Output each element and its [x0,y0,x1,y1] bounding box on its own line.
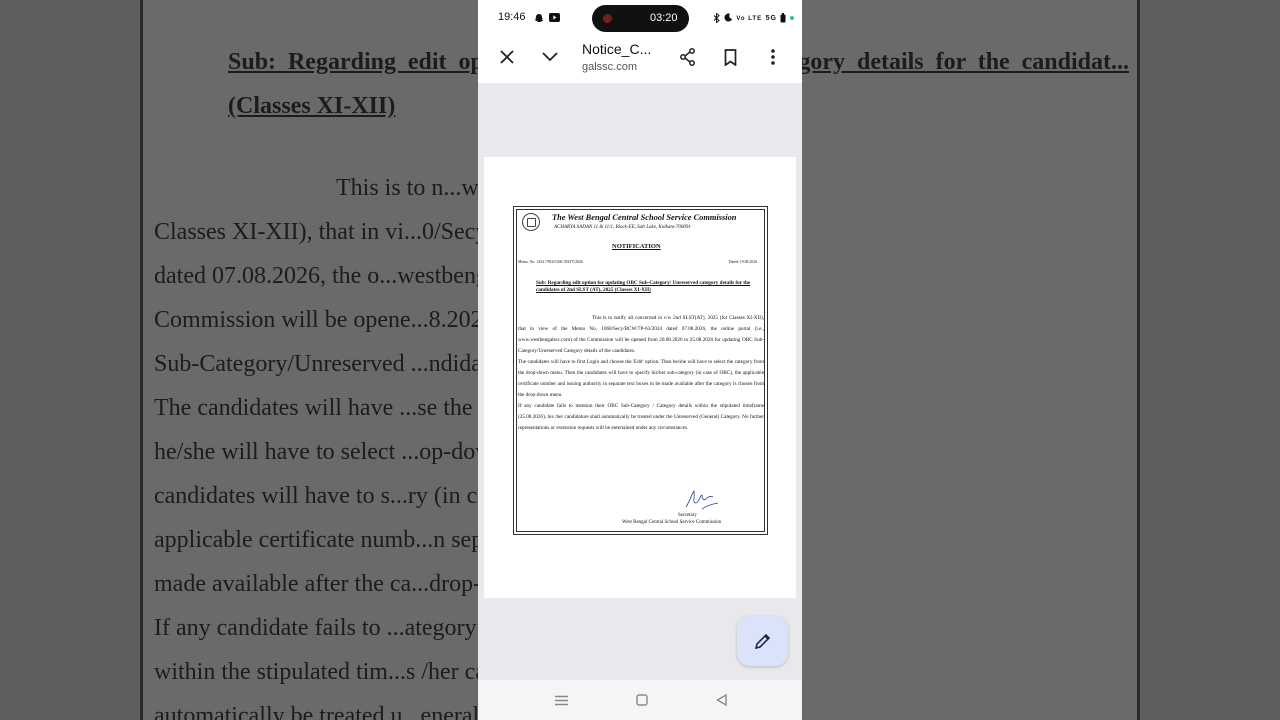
notice-body: This is to notify all concerned in c/w 2… [518,313,764,434]
close-button[interactable] [492,42,522,72]
back-button[interactable] [712,692,730,708]
signature-icon [685,490,719,510]
close-icon [500,50,514,64]
more-vert-icon [771,49,775,65]
notice-heading: NOTIFICATION [612,243,661,250]
volte-icon: Vo LTE [736,16,763,22]
moon-icon [724,13,733,22]
share-button[interactable] [672,42,702,72]
notice-paragraph: If any candidate fails to mention their … [518,403,764,431]
document-title: Notice_C... [582,41,652,57]
phone-screen: 19:46 03:20 Vo LTE 5G Notice_C... galssc… [478,0,802,720]
back-triangle-icon [715,694,727,706]
privacy-dot-icon [790,15,794,20]
expand-button[interactable] [535,42,565,72]
notice-paragraph: This is to notify all concerned in c/w 2… [518,315,764,354]
notice-paragraph: The candidates will have to first Login … [518,359,764,398]
home-button[interactable] [633,692,651,708]
share-icon [679,48,695,66]
pdf-viewer[interactable]: The West Bengal Central School Service C… [478,83,802,680]
recents-button[interactable] [552,692,570,708]
notice-document: The West Bengal Central School Service C… [513,206,768,535]
commission-seal-icon [522,213,540,231]
bookmark-icon [724,48,736,66]
document-domain: galssc.com [582,61,638,73]
chevron-down-icon [542,52,558,62]
battery-icon [780,12,786,23]
system-nav-bar [478,680,802,720]
snapchat-icon [534,13,544,22]
record-timer: 03:20 [650,12,678,24]
screen-record-pill[interactable]: 03:20 [592,5,689,32]
notice-date: Dated: 19.08.2026 [728,260,757,264]
status-bar: 19:46 03:20 Vo LTE 5G [478,0,802,36]
notice-signatory-org: West Bengal Central School Service Commi… [622,520,722,525]
notification-icons [534,12,560,23]
notice-signatory: Secretary [678,513,697,518]
pencil-icon [754,633,770,650]
record-dot-icon [603,14,612,23]
home-square-icon [636,694,648,706]
notice-memo: Memo. No. 1454 /7816/CSSC/ESTT/2026 [518,260,583,264]
notice-subject: Sub: Regarding edit option for updating … [536,280,751,293]
notice-address: ACHARYA SADAN 11 & 11/1, Block-EE, Salt … [554,225,691,230]
edit-fab-button[interactable] [737,616,788,666]
status-time: 19:46 [498,11,526,23]
document-title-area[interactable]: Notice_C... galssc.com [582,41,668,73]
youtube-icon [548,13,560,23]
notice-org-name: The West Bengal Central School Service C… [552,213,737,222]
bookmark-button[interactable] [715,42,745,72]
bluetooth-icon [713,12,721,24]
menu-lines-icon [554,695,568,705]
more-options-button[interactable] [758,42,788,72]
app-bar: Notice_C... galssc.com [478,36,802,83]
pdf-page[interactable]: The West Bengal Central School Service C… [484,157,796,598]
signal-icon: 5G [765,15,777,22]
system-icons: Vo LTE 5G [713,12,794,24]
